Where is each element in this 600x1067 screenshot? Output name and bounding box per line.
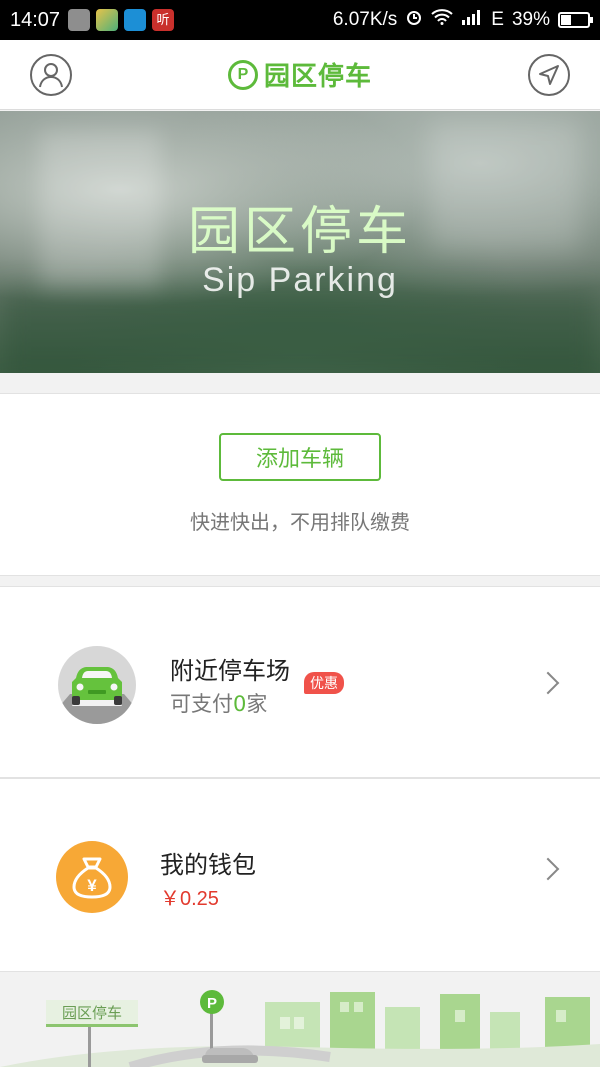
cat-app-icon xyxy=(68,9,91,31)
status-right: 6.07K/s E 39% xyxy=(332,8,593,32)
nearby-sub-suffix: 家 xyxy=(246,692,268,716)
battery-percent: 39% xyxy=(511,9,550,30)
navigate-button[interactable] xyxy=(527,53,570,96)
hero-banner: 园区停车 Sip Parking xyxy=(0,111,600,373)
nearby-parking-subtitle: 可支付0家 xyxy=(170,688,267,718)
nearby-sub-prefix: 可支付 xyxy=(170,692,233,716)
add-vehicle-tip: 快进快出，不用排队缴费 xyxy=(190,510,410,534)
nearby-count: 0 xyxy=(233,692,247,716)
status-time: 14:07 xyxy=(10,8,61,31)
banner-subtitle: Sip Parking xyxy=(202,261,398,299)
svg-text:P: P xyxy=(207,995,217,1012)
scan-app-icon xyxy=(124,9,147,31)
notification-icons: 听 xyxy=(68,9,175,31)
footer-illustration: P 园区停车 xyxy=(0,972,600,1067)
map-app-icon xyxy=(96,9,119,31)
status-left: 14:07 听 xyxy=(10,8,175,32)
network-type: E xyxy=(491,9,504,30)
banner-title: 园区停车 xyxy=(187,202,412,262)
alarm-icon xyxy=(405,8,423,32)
page-title: 园区停车 xyxy=(263,62,372,92)
parking-logo-icon: P xyxy=(227,59,258,90)
battery-level xyxy=(561,15,571,25)
nearby-parking-title: 附近停车场 xyxy=(170,657,290,685)
wifi-icon xyxy=(431,9,453,31)
network-speed: 6.07K/s xyxy=(332,9,398,30)
app-header: P 园区停车 xyxy=(0,40,600,110)
discount-badge: 优惠 xyxy=(304,672,344,694)
banner-blur xyxy=(0,291,600,373)
chevron-right-icon xyxy=(536,671,560,695)
money-bag-icon: ¥ xyxy=(56,841,128,913)
profile-button[interactable] xyxy=(30,53,72,96)
svg-text:¥: ¥ xyxy=(87,876,97,895)
chevron-right-icon xyxy=(536,857,560,881)
footer-sign: 园区停车 xyxy=(46,1000,138,1027)
car-icon xyxy=(58,646,136,724)
user-icon xyxy=(39,62,63,87)
battery-icon xyxy=(558,12,593,28)
wallet-title: 我的钱包 xyxy=(160,851,256,879)
wallet-balance: ￥0.25 xyxy=(160,888,219,910)
status-bar: 14:07 听 6.07K/s E 39% xyxy=(0,0,600,40)
location-arrow-icon xyxy=(538,64,559,85)
nearby-parking-row[interactable]: 附近停车场 优惠 可支付0家 xyxy=(0,586,600,778)
wallet-row[interactable]: ¥ 我的钱包 ￥0.25 xyxy=(0,778,600,972)
signal-icon xyxy=(461,9,483,31)
listen-app-icon: 听 xyxy=(152,9,175,31)
add-vehicle-button[interactable]: 添加车辆 xyxy=(219,433,381,481)
add-vehicle-card: 添加车辆 快进快出，不用排队缴费 xyxy=(0,393,600,576)
brand: P 园区停车 xyxy=(227,56,372,93)
